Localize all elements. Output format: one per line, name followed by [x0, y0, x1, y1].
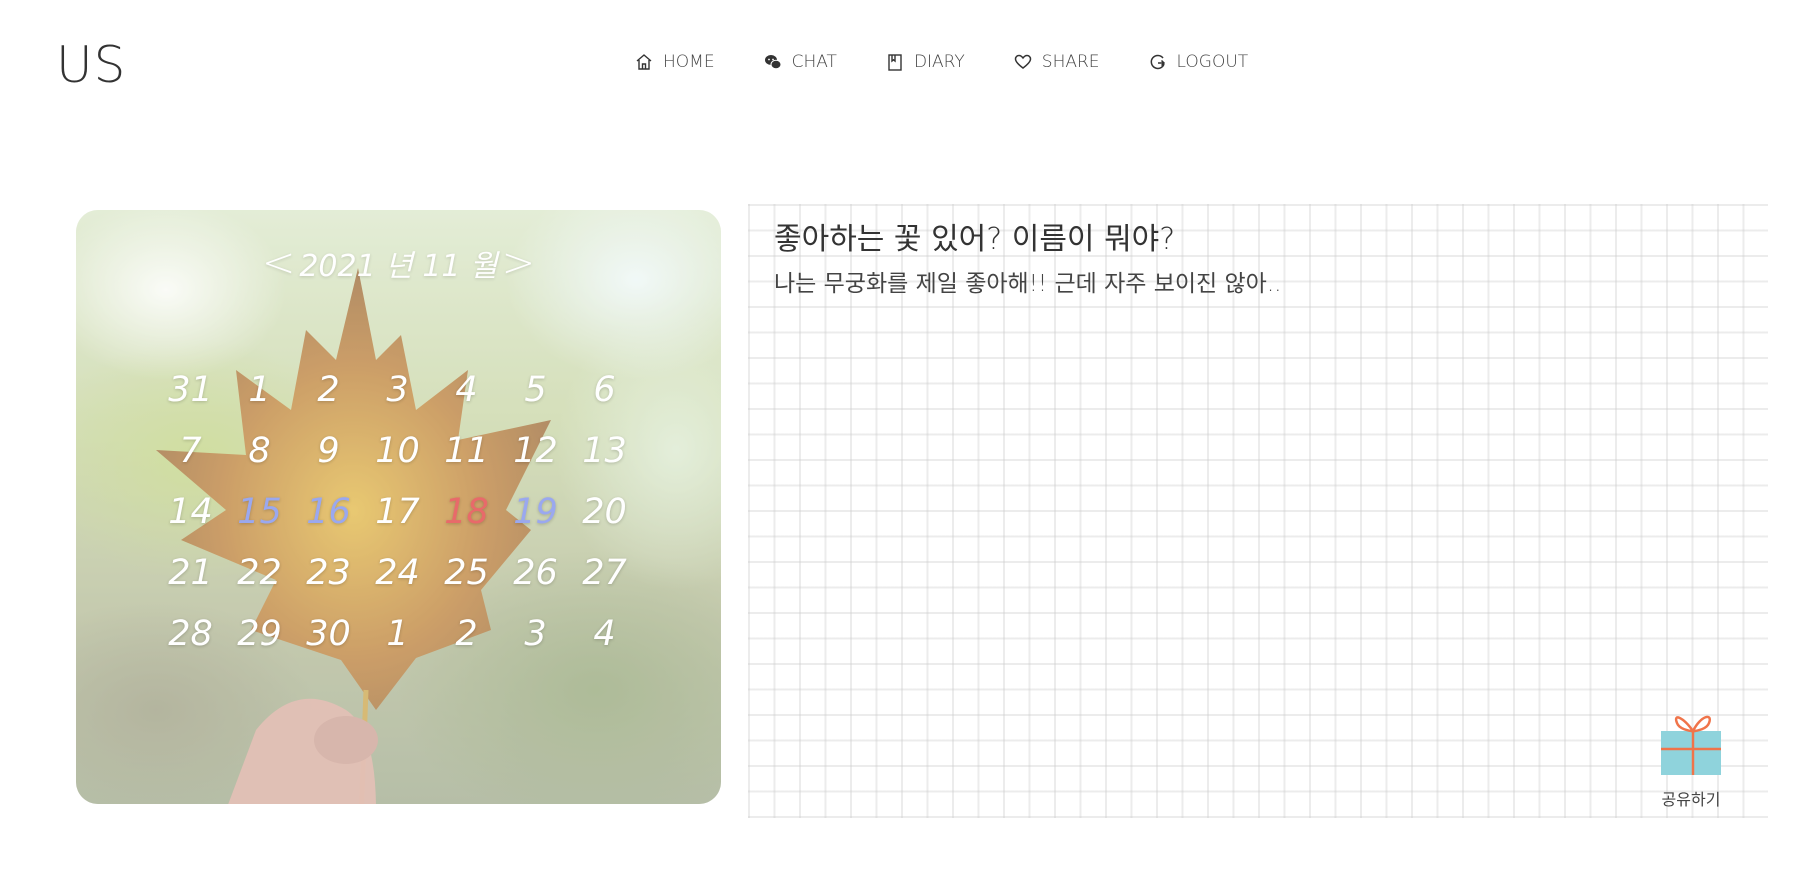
calendar-day[interactable]: 13 [570, 431, 639, 492]
main-nav: HOME CHAT DIARY SHARE LOGOUT [634, 52, 1296, 72]
calendar-day[interactable]: 1 [363, 614, 432, 675]
share-label: 공유하기 [1661, 790, 1721, 809]
book-icon [885, 52, 905, 72]
calendar-day[interactable]: 25 [432, 553, 501, 614]
calendar-day[interactable]: 5 [501, 370, 570, 431]
nav-chat[interactable]: CHAT [763, 52, 837, 72]
calendar-day[interactable]: 2 [294, 370, 363, 431]
calendar-day[interactable]: 21 [156, 553, 225, 614]
next-month-button[interactable]: > [498, 240, 540, 286]
nav-share[interactable]: SHARE [1013, 52, 1100, 72]
calendar-day[interactable]: 19 [501, 492, 570, 553]
nav-share-label: SHARE [1041, 52, 1100, 72]
calendar-day[interactable]: 28 [156, 614, 225, 675]
calendar-title: 2021 년 11 월 [299, 249, 498, 284]
nav-logout[interactable]: LOGOUT [1148, 52, 1249, 72]
calendar-day[interactable]: 27 [570, 553, 639, 614]
nav-home-label: HOME [663, 52, 715, 72]
calendar-grid: 31 1 2 3 4 5 6 7 8 9 10 11 12 13 14 15 16 17 18 19 20 21 22 23 2… [156, 370, 639, 675]
calendar-day[interactable]: 1 [225, 370, 294, 431]
diary-panel: 좋아하는 꽃 있어? 이름이 뭐야? 나는 무궁화를 제일 좋아해!! 근데 자… [748, 204, 1768, 818]
home-icon [634, 52, 654, 72]
calendar-day[interactable]: 7 [156, 431, 225, 492]
diary-answer: 나는 무궁화를 제일 좋아해!! 근데 자주 보이진 않아.. [774, 271, 1282, 297]
calendar-day[interactable]: 10 [363, 431, 432, 492]
nav-diary-label: DIARY [913, 52, 965, 72]
calendar-day[interactable]: 20 [570, 492, 639, 553]
logo[interactable]: US [56, 36, 126, 94]
calendar-day[interactable]: 11 [432, 431, 501, 492]
heart-icon [1013, 52, 1033, 72]
calendar-day[interactable]: 6 [570, 370, 639, 431]
calendar-day[interactable]: 4 [432, 370, 501, 431]
chat-icon [763, 52, 783, 72]
gift-icon [1655, 709, 1727, 784]
logout-icon [1148, 52, 1168, 72]
nav-chat-label: CHAT [791, 52, 837, 72]
calendar-day[interactable]: 9 [294, 431, 363, 492]
diary-question: 좋아하는 꽃 있어? 이름이 뭐야? [774, 222, 1176, 257]
calendar-day[interactable]: 18 [432, 492, 501, 553]
nav-home[interactable]: HOME [634, 52, 715, 72]
calendar-day[interactable]: 3 [363, 370, 432, 431]
calendar-day[interactable]: 8 [225, 431, 294, 492]
nav-logout-label: LOGOUT [1176, 52, 1249, 72]
nav-diary[interactable]: DIARY [885, 52, 965, 72]
prev-month-button[interactable]: < [258, 240, 300, 286]
calendar-header: < 2021 년 11 월 > [76, 240, 721, 286]
calendar-day[interactable]: 22 [225, 553, 294, 614]
calendar-day[interactable]: 26 [501, 553, 570, 614]
calendar-card: < 2021 년 11 월 > 31 1 2 3 4 5 6 7 8 9 10 11 12 13 14 15 1… [76, 210, 721, 804]
calendar-day[interactable]: 3 [501, 614, 570, 675]
calendar-day[interactable]: 16 [294, 492, 363, 553]
calendar-day[interactable]: 12 [501, 431, 570, 492]
calendar-day[interactable]: 30 [294, 614, 363, 675]
calendar-day[interactable]: 31 [156, 370, 225, 431]
calendar-day[interactable]: 14 [156, 492, 225, 553]
calendar-day[interactable]: 23 [294, 553, 363, 614]
calendar-day[interactable]: 15 [225, 492, 294, 553]
calendar-day[interactable]: 17 [363, 492, 432, 553]
calendar-day[interactable]: 24 [363, 553, 432, 614]
calendar-day[interactable]: 29 [225, 614, 294, 675]
share-button[interactable]: 공유하기 [1646, 709, 1736, 810]
calendar-day[interactable]: 4 [570, 614, 639, 675]
calendar-day[interactable]: 2 [432, 614, 501, 675]
